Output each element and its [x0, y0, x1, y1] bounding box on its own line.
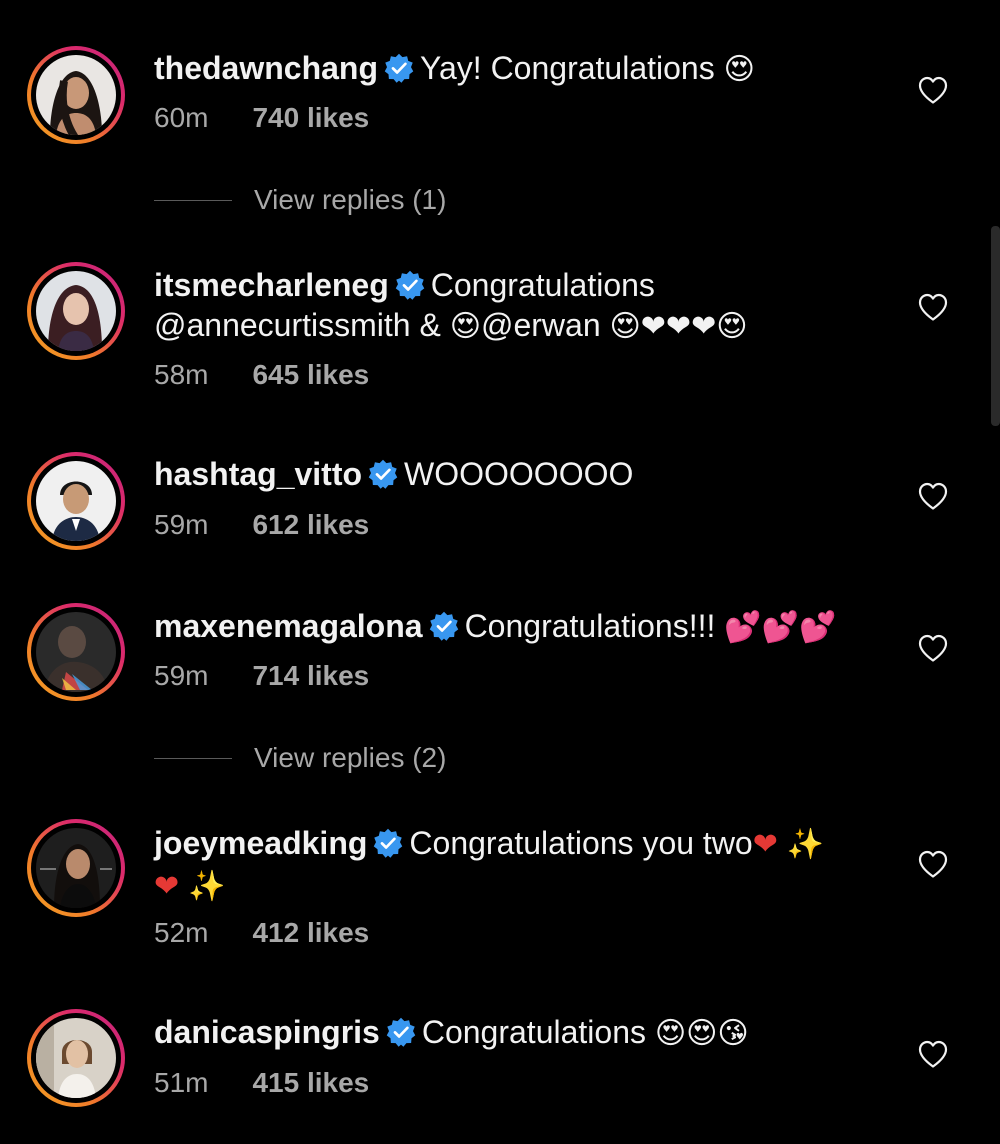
comment-likes[interactable]: 415 likes [252, 1067, 369, 1098]
comment-username[interactable]: danicaspingris [154, 1014, 380, 1050]
verified-badge-icon [384, 53, 414, 83]
heart-outline-icon[interactable] [917, 481, 949, 511]
comment-body: Congratulations you two [409, 825, 753, 861]
divider [154, 758, 232, 759]
comment-text: joeymeadking Congratulations you two❤ ✨ ❤ … [154, 823, 874, 907]
comment-emoji: 😍 [723, 52, 755, 87]
avatar[interactable] [27, 603, 125, 701]
comment-time: 59m [154, 660, 209, 691]
verified-badge-icon [373, 828, 403, 858]
comment-username[interactable]: maxenemagalona [154, 608, 423, 644]
comment-body: Congratulations [421, 1014, 646, 1050]
view-replies-label: View replies (2) [254, 742, 447, 773]
comment-emoji: ✨ [786, 827, 825, 862]
comment-emoji: 😍😍😘 [654, 1016, 749, 1051]
heart-outline-icon[interactable] [917, 292, 949, 322]
heart-outline-icon[interactable] [917, 849, 949, 879]
comment-time: 58m [154, 359, 209, 390]
heart-outline-icon[interactable] [917, 633, 949, 663]
comment-emoji: ❤ [752, 827, 778, 862]
comment-meta: 52m 412 likes [154, 916, 369, 950]
comment-body: Yay! Congratulations [420, 50, 715, 86]
comment-likes[interactable]: 740 likes [252, 102, 369, 133]
comment-username[interactable]: thedawnchang [154, 50, 378, 86]
comment-username[interactable]: itsmecharleneg [154, 267, 389, 303]
comment-text: itsmecharleneg Congratulations @annecurtis… [154, 265, 874, 347]
comment-time: 60m [154, 102, 209, 133]
comment-likes[interactable]: 412 likes [252, 917, 369, 948]
scrollbar[interactable] [991, 226, 1000, 426]
comment-likes[interactable]: 612 likes [252, 509, 369, 540]
avatar[interactable] [27, 452, 125, 550]
comment-likes[interactable]: 645 likes [252, 359, 369, 390]
comment-meta: 60m 740 likes [154, 101, 369, 135]
verified-badge-icon [395, 270, 425, 300]
mention-link[interactable]: @erwan [481, 307, 610, 343]
avatar[interactable] [27, 46, 125, 144]
verified-badge-icon [368, 459, 398, 489]
verified-badge-icon [429, 611, 459, 641]
avatar[interactable] [27, 262, 125, 360]
comment-text: maxenemagalona Congratulations!!! 💕💕💕 [154, 606, 874, 648]
avatar[interactable] [27, 819, 125, 917]
verified-badge-icon [386, 1017, 416, 1047]
comment-emoji: 😍❤❤❤😍 [609, 309, 748, 344]
comment-likes[interactable]: 714 likes [252, 660, 369, 691]
avatar[interactable] [27, 1009, 125, 1107]
view-replies-label: View replies (1) [254, 184, 447, 215]
divider [154, 200, 232, 201]
comment-body: WOOOOOOOO [404, 456, 634, 492]
comment-text: thedawnchang Yay! Congratulations 😍 [154, 48, 874, 90]
comment-meta: 59m 612 likes [154, 508, 369, 542]
heart-outline-icon[interactable] [917, 1039, 949, 1069]
comment-body: Congratulations [430, 267, 655, 303]
comment-username[interactable]: hashtag_vitto [154, 456, 362, 492]
comment-time: 52m [154, 917, 209, 948]
comment-meta: 59m 714 likes [154, 659, 369, 693]
comment-time: 59m [154, 509, 209, 540]
comment-meta: 51m 415 likes [154, 1066, 369, 1100]
comment-emoji: ❤ [154, 869, 180, 904]
comment-meta: 58m 645 likes [154, 358, 369, 392]
comment-text: danicaspingris Congratulations 😍😍😘 [154, 1012, 874, 1054]
comment-emoji: ✨ [188, 869, 226, 904]
comment-emoji: 😍 [449, 309, 481, 344]
comment-username[interactable]: joeymeadking [154, 825, 367, 861]
heart-outline-icon[interactable] [917, 75, 949, 105]
mention-link[interactable]: @annecurtissmith & [154, 307, 450, 343]
comment-body: Congratulations!!! [464, 608, 716, 644]
comment-text: hashtag_vitto WOOOOOOOO [154, 454, 874, 494]
comment-emoji: 💕💕💕 [724, 610, 837, 645]
comment-time: 51m [154, 1067, 209, 1098]
